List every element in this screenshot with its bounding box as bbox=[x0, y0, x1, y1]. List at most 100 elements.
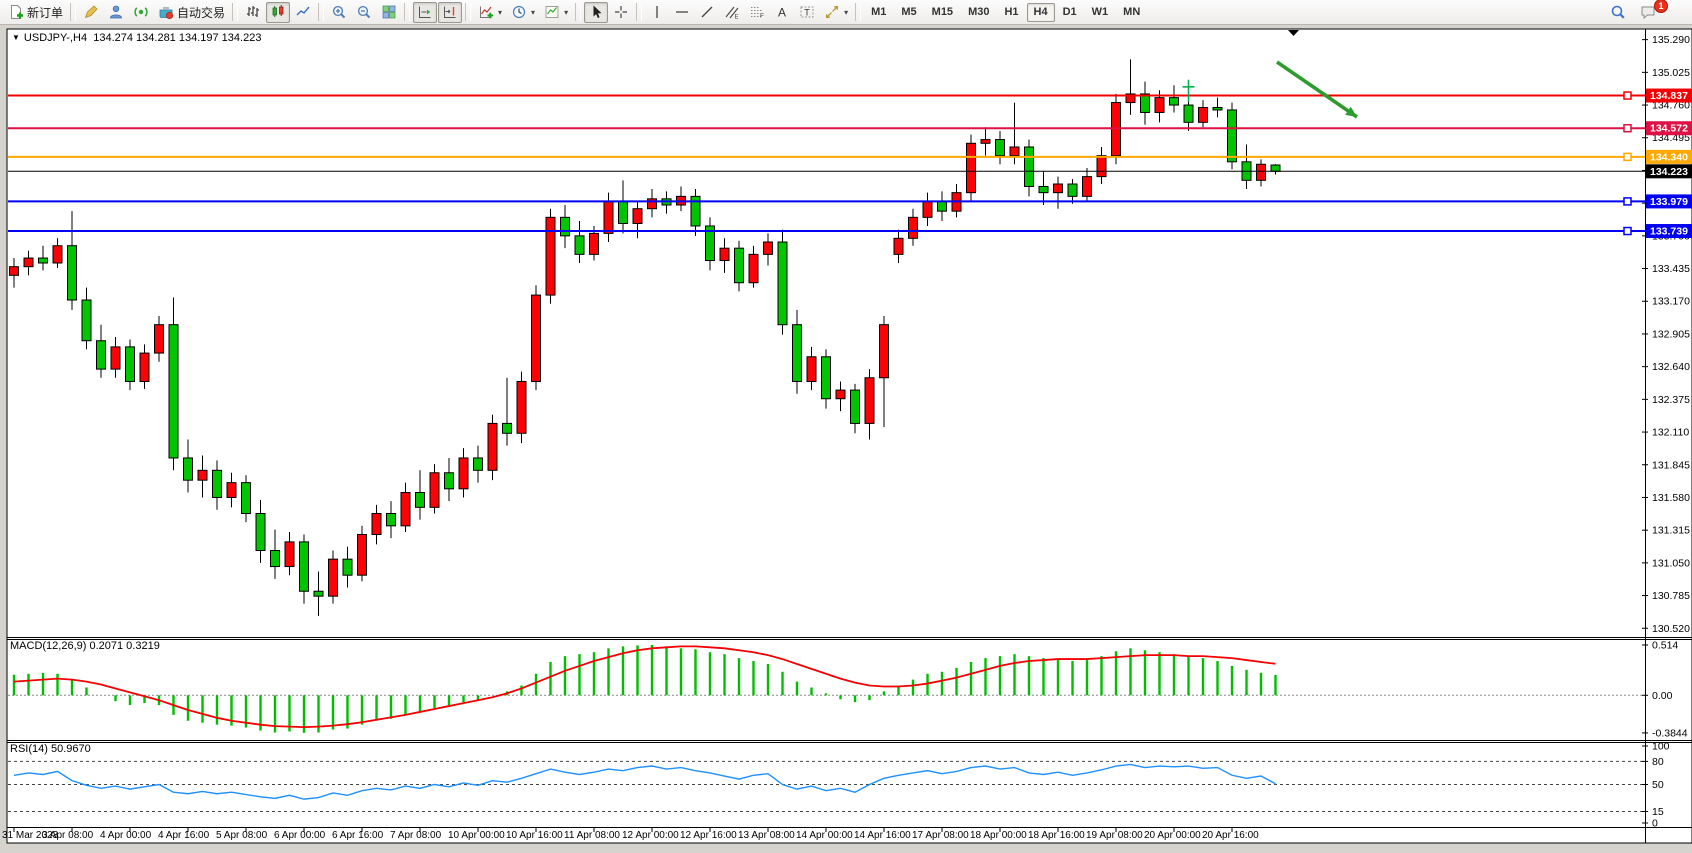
timeframe-m5-button[interactable]: M5 bbox=[894, 3, 923, 22]
timeframe-h1-button[interactable]: H1 bbox=[997, 3, 1025, 22]
svg-text:E: E bbox=[735, 15, 739, 21]
svg-text:6 Apr 00:00: 6 Apr 00:00 bbox=[274, 830, 326, 841]
svg-text:F: F bbox=[760, 13, 764, 20]
chevron-down-icon: ▾ bbox=[844, 8, 848, 17]
profile-button[interactable] bbox=[104, 2, 128, 23]
svg-text:18 Apr 16:00: 18 Apr 16:00 bbox=[1028, 830, 1085, 841]
svg-text:11 Apr 08:00: 11 Apr 08:00 bbox=[564, 830, 620, 841]
bar-chart-mode-button[interactable] bbox=[241, 2, 265, 23]
arrows-icon bbox=[824, 4, 840, 20]
svg-text:0.00: 0.00 bbox=[1652, 690, 1673, 702]
auto-trading-button[interactable]: 自动交易 bbox=[154, 2, 229, 23]
timeframe-w1-button[interactable]: W1 bbox=[1085, 3, 1116, 22]
main-toolbar: 新订单自动交易▾▾▾EFAT▾M1M5M15M30H1H4D1W1MN1 bbox=[0, 0, 1692, 25]
chart-title[interactable]: ▼USDJPY-,H4 134.274 134.281 134.197 134.… bbox=[12, 32, 261, 44]
signals-button[interactable] bbox=[129, 2, 153, 23]
toolbar-separator bbox=[318, 3, 324, 21]
svg-text:130.520: 130.520 bbox=[1652, 623, 1690, 635]
fibonacci-button[interactable]: F bbox=[745, 2, 769, 23]
rsi-indicator-label: RSI(14) 50.9670 bbox=[10, 743, 91, 755]
indicators-icon bbox=[478, 4, 494, 20]
line-anchor-handle[interactable] bbox=[1624, 228, 1631, 235]
svg-text:17 Apr 08:00: 17 Apr 08:00 bbox=[912, 830, 969, 841]
timeframe-d1-button[interactable]: D1 bbox=[1056, 3, 1084, 22]
svg-text:10 Apr 16:00: 10 Apr 16:00 bbox=[506, 830, 563, 841]
horizontal-line-button[interactable] bbox=[670, 2, 694, 23]
candlestick-mode-button[interactable] bbox=[266, 2, 290, 23]
timeframe-m1-button[interactable]: M1 bbox=[864, 3, 893, 22]
vertical-line-button[interactable] bbox=[645, 2, 669, 23]
svg-text:A: A bbox=[778, 6, 786, 20]
labelT-icon: T bbox=[799, 4, 815, 20]
chart-symbol-period: USDJPY-,H4 bbox=[24, 32, 87, 44]
svg-text:15: 15 bbox=[1652, 806, 1664, 818]
bars-icon bbox=[245, 4, 261, 20]
chevron-down-icon: ▾ bbox=[498, 8, 502, 17]
metaeditor-button[interactable] bbox=[79, 2, 103, 23]
text-button[interactable]: A bbox=[770, 2, 794, 23]
periods-button[interactable]: ▾ bbox=[507, 2, 539, 23]
auto-scroll-button[interactable] bbox=[413, 2, 437, 23]
line-chart-mode-button[interactable] bbox=[291, 2, 315, 23]
equidistant-channel-button[interactable]: E bbox=[720, 2, 744, 23]
timeframe-h4-button[interactable]: H4 bbox=[1027, 3, 1055, 22]
timeframe-m30-button[interactable]: M30 bbox=[961, 3, 996, 22]
svg-text:4 Apr 00:00: 4 Apr 00:00 bbox=[100, 830, 152, 841]
crosshair-button[interactable] bbox=[609, 2, 633, 23]
svg-text:7 Apr 08:00: 7 Apr 08:00 bbox=[390, 830, 442, 841]
svg-text:132.375: 132.375 bbox=[1652, 394, 1690, 406]
line-anchor-handle[interactable] bbox=[1624, 153, 1631, 160]
template-icon bbox=[544, 4, 560, 20]
fibo-icon: F bbox=[749, 4, 765, 20]
timeframe-m15-button[interactable]: M15 bbox=[925, 3, 960, 22]
svg-text:131.315: 131.315 bbox=[1652, 525, 1690, 537]
chart-window[interactable]: 135.290135.025134.760134.495134.230133.9… bbox=[0, 26, 1692, 853]
textA-icon: A bbox=[774, 4, 790, 20]
svg-text:3 Apr 08:00: 3 Apr 08:00 bbox=[42, 830, 94, 841]
time-axis[interactable]: 31 Mar 20233 Apr 08:004 Apr 00:004 Apr 1… bbox=[2, 828, 1259, 841]
trendline-button[interactable] bbox=[695, 2, 719, 23]
timeframe-mn-button[interactable]: MN bbox=[1116, 3, 1147, 22]
svg-text:T: T bbox=[804, 8, 810, 18]
svg-text:-0.3844: -0.3844 bbox=[1652, 727, 1688, 739]
arrows-button[interactable]: ▾ bbox=[820, 2, 852, 23]
line-anchor-handle[interactable] bbox=[1624, 125, 1631, 132]
signal-icon bbox=[133, 4, 149, 20]
tile-windows-button[interactable] bbox=[377, 2, 401, 23]
search-icon bbox=[1610, 4, 1626, 20]
svg-text:20 Apr 00:00: 20 Apr 00:00 bbox=[1144, 830, 1201, 841]
clock-icon bbox=[511, 4, 527, 20]
svg-text:14 Apr 00:00: 14 Apr 00:00 bbox=[796, 830, 853, 841]
zoom-out-button[interactable] bbox=[352, 2, 376, 23]
svg-text:131.050: 131.050 bbox=[1652, 557, 1690, 569]
vline-icon bbox=[649, 4, 665, 20]
new-order-button[interactable]: 新订单 bbox=[4, 2, 67, 23]
zoom-in-button[interactable] bbox=[327, 2, 351, 23]
svg-text:132.110: 132.110 bbox=[1652, 427, 1689, 439]
chartshift-icon bbox=[442, 4, 458, 20]
line-anchor-handle[interactable] bbox=[1624, 198, 1631, 205]
svg-text:13 Apr 08:00: 13 Apr 08:00 bbox=[738, 830, 795, 841]
chart-shift-button[interactable] bbox=[438, 2, 462, 23]
line-anchor-handle[interactable] bbox=[1624, 92, 1631, 99]
chart-canvas[interactable]: 135.290135.025134.760134.495134.230133.9… bbox=[0, 26, 1692, 853]
crosshair-icon bbox=[613, 4, 629, 20]
svg-text:0.514: 0.514 bbox=[1652, 639, 1678, 651]
svg-text:133.979: 133.979 bbox=[1650, 196, 1688, 208]
search-button[interactable] bbox=[1606, 2, 1630, 23]
toolbar-separator bbox=[636, 3, 642, 21]
cursor-button[interactable] bbox=[584, 2, 608, 23]
svg-text:5 Apr 08:00: 5 Apr 08:00 bbox=[216, 830, 268, 841]
auto-trading-label: 自动交易 bbox=[177, 4, 225, 21]
zoomout-icon bbox=[356, 4, 372, 20]
indicators-button[interactable]: ▾ bbox=[474, 2, 506, 23]
notifications-button[interactable]: 1 bbox=[1636, 2, 1660, 23]
notification-count-badge: 1 bbox=[1654, 0, 1668, 13]
text-label-button[interactable]: T bbox=[795, 2, 819, 23]
svg-text:10 Apr 00:00: 10 Apr 00:00 bbox=[448, 830, 505, 841]
svg-text:134.837: 134.837 bbox=[1650, 90, 1688, 102]
svg-text:6 Apr 16:00: 6 Apr 16:00 bbox=[332, 830, 384, 841]
templates-button[interactable]: ▾ bbox=[540, 2, 572, 23]
toolbar-separator bbox=[404, 3, 410, 21]
chart-title-dropdown-icon[interactable]: ▼ bbox=[12, 33, 20, 42]
